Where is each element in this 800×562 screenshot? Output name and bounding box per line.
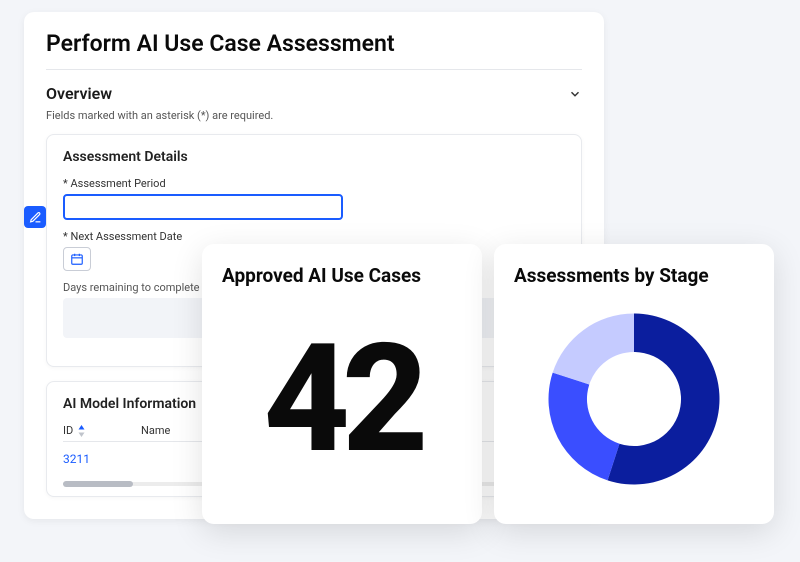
date-picker-button[interactable] [63,247,91,271]
approved-title: Approved AI Use Cases [222,264,462,287]
column-id-label: ID [63,424,73,437]
approved-count: 42 [222,293,462,504]
column-name-header[interactable]: Name [141,424,170,437]
assessment-period-field-group: * Assessment Period [63,177,565,220]
assessment-period-label: * Assessment Period [63,177,565,190]
required-note: Fields marked with an asterisk (*) are r… [46,107,582,134]
assessment-period-input[interactable] [63,194,343,220]
donut-slice [549,372,620,480]
horizontal-scroll-thumb[interactable] [63,481,133,487]
donut-slice [553,313,634,384]
column-id-header[interactable]: ID [63,424,113,437]
sort-icon [77,425,86,437]
edit-icon [29,211,42,224]
overview-title: Overview [46,84,112,103]
chevron-down-icon [568,87,582,101]
overview-header[interactable]: Overview [46,70,582,107]
next-assessment-date-label: * Next Assessment Date [63,230,565,243]
approved-use-cases-card: Approved AI Use Cases 42 [202,244,482,524]
donut-chart [539,304,729,494]
assessment-details-title: Assessment Details [63,149,565,165]
assessments-by-stage-card: Assessments by Stage [494,244,774,524]
stage-title: Assessments by Stage [514,264,754,287]
calendar-icon [70,252,84,266]
edit-tab-button[interactable] [24,206,46,228]
donut-chart-wrap [514,293,754,504]
page-title: Perform AI Use Case Assessment [46,30,582,70]
cell-id[interactable]: 3211 [63,452,113,466]
dashboard-row: Approved AI Use Cases 42 Assessments by … [202,244,774,524]
